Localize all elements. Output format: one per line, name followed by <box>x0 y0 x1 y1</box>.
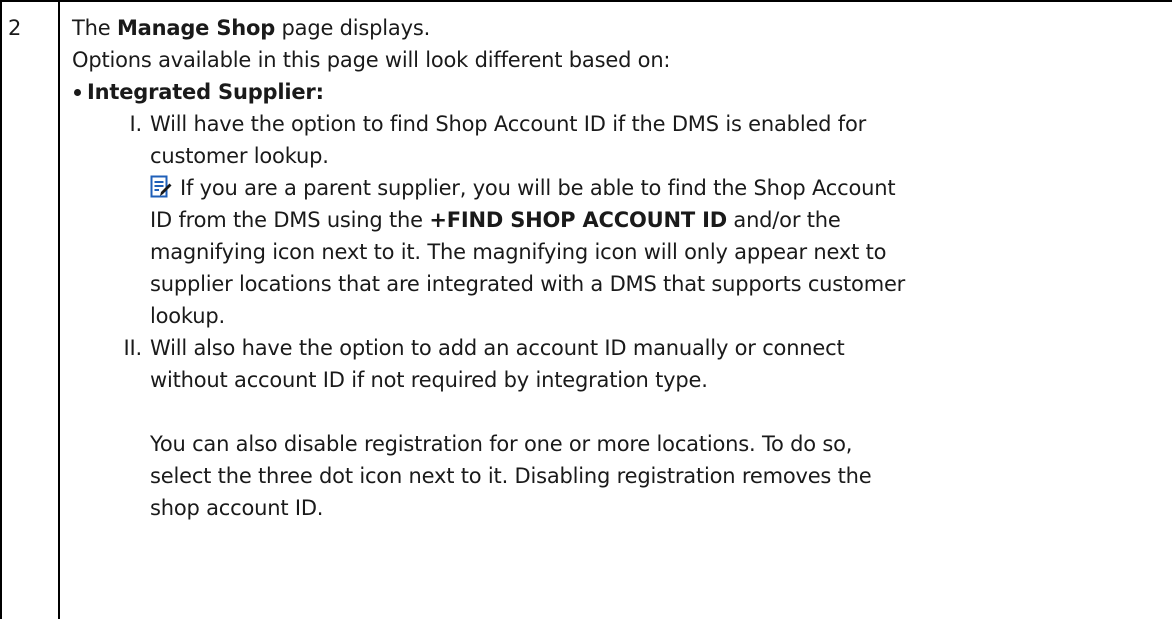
list-marker: I. <box>129 112 143 136</box>
list-item-text: without account ID if not required by in… <box>150 368 708 392</box>
note-text: supplier locations that are integrated w… <box>150 272 906 296</box>
footer-text: select the three dot icon next to it. Di… <box>150 464 872 488</box>
procedure-table: 2 The Manage Shop page displays. Options… <box>0 0 1172 619</box>
intro-line: The Manage Shop page displays. <box>72 12 1167 44</box>
bullet-integrated-supplier: Integrated Supplier: <box>72 76 1167 108</box>
footer-text: shop account ID. <box>150 496 324 520</box>
manage-shop-label: Manage Shop <box>116 16 276 40</box>
table-column-divider <box>58 0 60 619</box>
footer-text: You can also disable registration for on… <box>150 432 853 456</box>
note-text: lookup. <box>150 304 225 328</box>
note-text: If you are a parent supplier, you will b… <box>180 176 896 200</box>
options-line: Options available in this page will look… <box>72 48 671 72</box>
list-item: I. Will have the option to find Shop Acc… <box>72 108 1167 332</box>
bullet-label: Integrated Supplier: <box>87 80 324 104</box>
list-item-text: customer lookup. <box>150 144 329 168</box>
note-edit-icon <box>150 175 172 198</box>
step-number: 2 <box>8 16 22 40</box>
list-item: II. Will also have the option to add an … <box>72 332 1167 396</box>
ordered-list: I. Will have the option to find Shop Acc… <box>72 108 1167 396</box>
intro-prefix: The <box>72 16 117 40</box>
intro-suffix: page displays. <box>275 16 431 40</box>
note-text: and/or the <box>726 208 841 232</box>
note-text: magnifying icon next to it. The magnifyi… <box>150 240 887 264</box>
note-line: If you are a parent supplier, you will b… <box>150 172 1167 204</box>
note-text: ID from the DMS using the <box>150 208 430 232</box>
table-left-border <box>0 0 2 619</box>
note-line: ID from the DMS using the +FIND SHOP ACC… <box>150 204 1167 236</box>
table-top-border <box>0 0 1172 2</box>
list-item-text: Will have the option to find Shop Accoun… <box>150 112 867 136</box>
bullet-dot-icon <box>74 88 81 96</box>
footer-paragraph: You can also disable registration for on… <box>72 428 1167 524</box>
list-item-text: Will also have the option to add an acco… <box>150 336 845 360</box>
list-marker: II. <box>123 336 143 360</box>
step-content: The Manage Shop page displays. Options a… <box>72 12 1167 524</box>
find-shop-account-id-label: +FIND SHOP ACCOUNT ID <box>429 208 727 232</box>
